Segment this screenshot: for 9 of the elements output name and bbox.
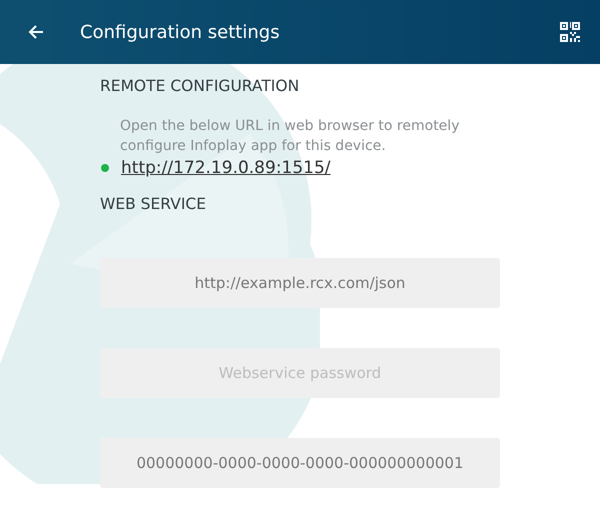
back-arrow-icon[interactable] [28,24,44,40]
config-url-link[interactable]: http://172.19.0.89:1515/ [121,158,331,178]
qr-code-icon[interactable] [560,22,580,42]
input-field[interactable]: 00000000-0000-0000-0000-000000000001 [100,438,500,488]
section-heading: WEB SERVICE [100,194,208,215]
screen-title: Configuration settings [80,22,281,42]
input-field[interactable]: http://example.rcx.com/json [100,258,500,308]
description-text: Open the below URL in web browser to remotely configure Infoplay app for this device. [120,117,460,156]
section-heading: REMOTE CONFIGURATION [100,76,300,97]
